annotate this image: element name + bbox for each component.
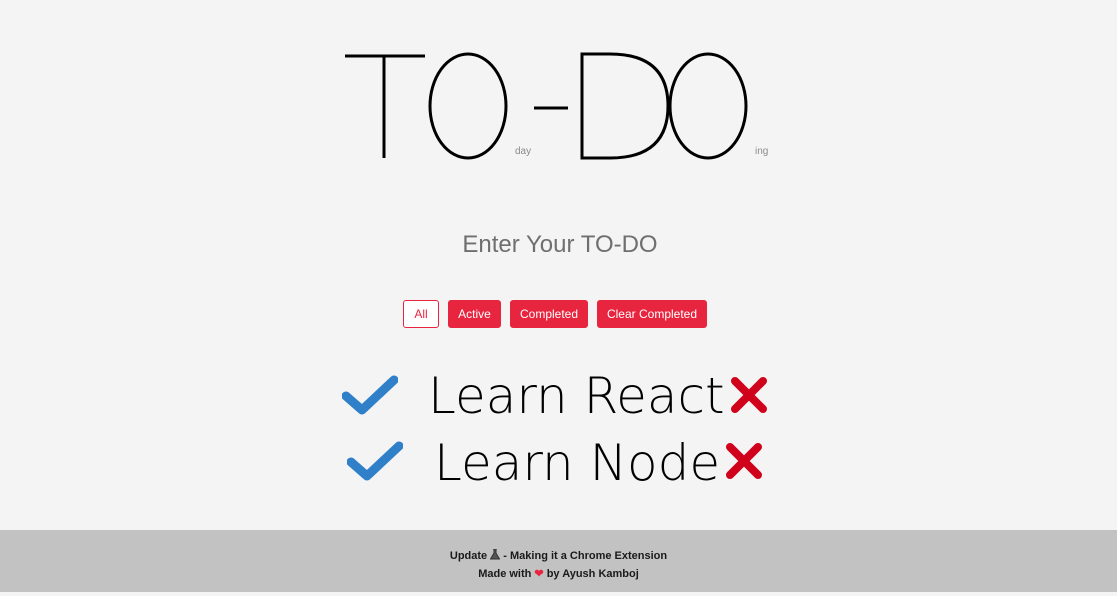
check-icon[interactable] — [342, 374, 398, 418]
filter-active-button[interactable]: Active — [448, 300, 501, 328]
app-title-logo — [345, 52, 748, 160]
footer-credit-suffix: by Ayush Kamboj — [546, 568, 639, 580]
clear-completed-button[interactable]: Clear Completed — [597, 300, 707, 328]
title-subscript-ing: ing — [755, 146, 769, 157]
todo-app-page: day ing All Active Completed Clear Compl… — [0, 0, 1117, 596]
todo-item-text: Learn React — [428, 367, 725, 425]
flask-icon — [489, 548, 501, 560]
filter-bar: All Active Completed Clear Completed — [0, 300, 1117, 328]
footer-update-line: Update - Making it a Chrome Extension — [0, 548, 1117, 562]
footer-update-prefix: Update — [449, 550, 488, 562]
cross-icon[interactable] — [724, 441, 764, 481]
check-icon[interactable] — [347, 440, 403, 484]
footer-credit-line: Made with ❤ by Ayush Kamboj — [0, 567, 1117, 580]
todo-item-text: Learn Node — [434, 434, 721, 492]
footer-update-suffix: - Making it a Chrome Extension — [503, 550, 668, 562]
cross-icon[interactable] — [729, 375, 769, 415]
filter-completed-button[interactable]: Completed — [510, 300, 588, 328]
todo-input[interactable] — [358, 222, 762, 268]
footer-credit-prefix: Made with — [478, 568, 532, 580]
footer: Update - Making it a Chrome Extension Ma… — [0, 530, 1117, 592]
title-subscript-day: day — [515, 146, 532, 157]
heart-icon: ❤ — [534, 568, 544, 580]
filter-all-button[interactable]: All — [403, 300, 439, 328]
